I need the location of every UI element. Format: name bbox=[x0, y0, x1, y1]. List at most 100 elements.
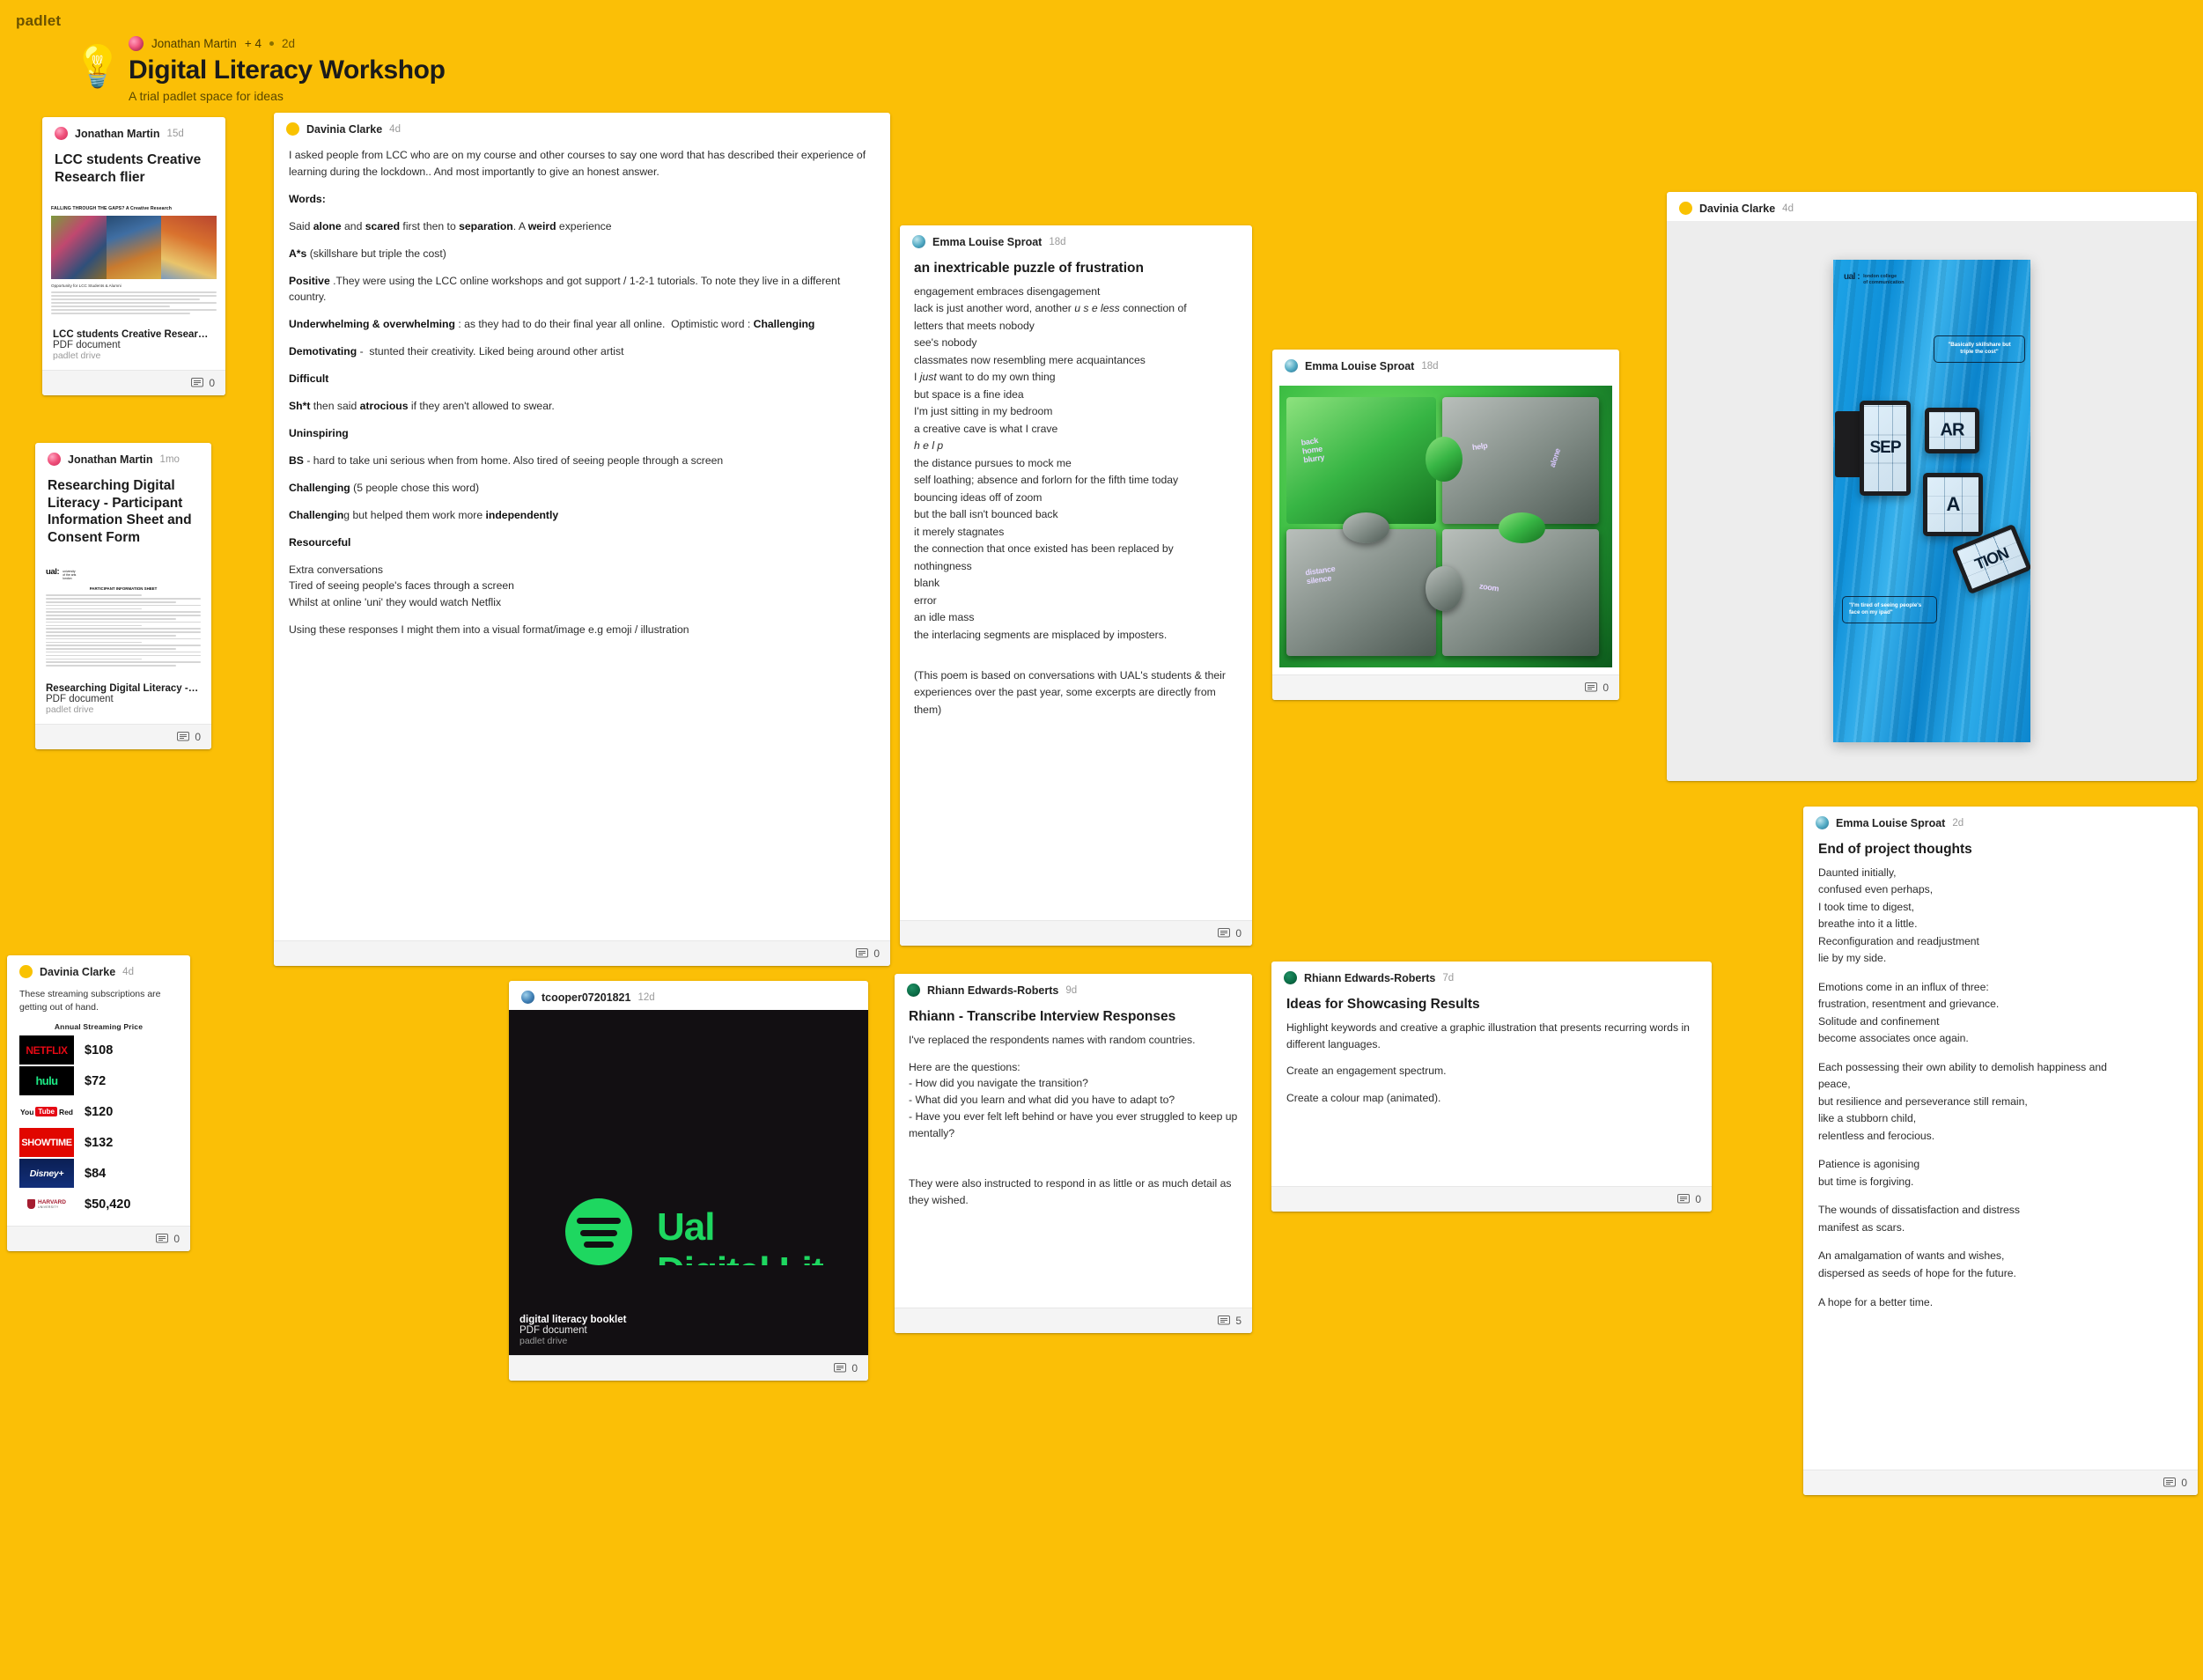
price-value: $108 bbox=[85, 1043, 114, 1057]
avatar bbox=[55, 127, 68, 140]
post-card-ual-poster[interactable]: Davinia Clarke 4d ual : london college o… bbox=[1667, 192, 2197, 781]
padlet-brand-logo[interactable]: padlet bbox=[16, 12, 61, 30]
post-card-transcribe-interviews[interactable]: Rhiann Edwards-Roberts 9d Rhiann - Trans… bbox=[895, 974, 1252, 1333]
showtime-logo: SHOWTIME bbox=[19, 1128, 74, 1158]
post-footer[interactable]: 0 bbox=[509, 1355, 868, 1381]
post-card-digital-literacy-booklet[interactable]: tcooper07201821 12d Ual Digital Lit digi… bbox=[509, 981, 868, 1381]
board-author[interactable]: Jonathan Martin bbox=[151, 37, 237, 50]
post-author[interactable]: Emma Louise Sproat bbox=[1305, 360, 1414, 372]
speech-bubble-quote-1: "Basically skillshare but triple the cos… bbox=[1934, 335, 2025, 363]
page-title[interactable]: Digital Literacy Workshop bbox=[129, 55, 872, 85]
paragraph: Whilst at online 'uni' they would watch … bbox=[289, 596, 502, 609]
paragraph: I've replaced the respondents names with… bbox=[909, 1033, 1196, 1046]
paragraph: Using these responses I might them into … bbox=[289, 623, 689, 637]
attachment-meta[interactable]: Researching Digital Literacy - … PDF doc… bbox=[35, 676, 211, 724]
poster-word-part: AR bbox=[1940, 420, 1965, 440]
pdf-preview[interactable]: Ual Digital Lit digital literacy booklet… bbox=[509, 1010, 868, 1355]
post-footer[interactable]: 0 bbox=[7, 1226, 190, 1252]
tablet-ar: AR bbox=[1925, 408, 1979, 453]
post-author[interactable]: Emma Louise Sproat bbox=[932, 236, 1042, 248]
poem-line: confused even perhaps, bbox=[1818, 883, 1934, 896]
comment-icon[interactable] bbox=[177, 731, 190, 742]
post-author[interactable]: Jonathan Martin bbox=[75, 128, 160, 140]
post-title: Ideas for Showcasing Results bbox=[1286, 997, 1480, 1012]
poem-line: Each possessing their own ability to dem… bbox=[1818, 1060, 2107, 1073]
poem-line: the distance pursues to mock me bbox=[914, 456, 1072, 469]
attachment-source: padlet drive bbox=[53, 350, 101, 362]
post-card-streaming-prices[interactable]: Davinia Clarke 4d These streaming subscr… bbox=[7, 955, 190, 1252]
avatar bbox=[129, 35, 144, 51]
poem-line: engagement embraces disengagement bbox=[914, 284, 1101, 298]
post-footer[interactable]: 5 bbox=[895, 1308, 1252, 1333]
comment-icon[interactable] bbox=[1585, 682, 1598, 693]
comment-icon[interactable] bbox=[191, 378, 204, 388]
paragraph: Positive .They were using the LCC online… bbox=[289, 274, 841, 304]
post-author[interactable]: tcooper07201821 bbox=[542, 991, 630, 1004]
attachment-meta[interactable]: digital literacy booklet PDF document pa… bbox=[509, 1308, 868, 1355]
pdf-preview[interactable]: ual: university of the arts london PARTI… bbox=[35, 556, 211, 677]
poem-line: peace, bbox=[1818, 1078, 1851, 1091]
paragraph: They were also instructed to respond in … bbox=[909, 1177, 1232, 1207]
post-title: an inextricable puzzle of frustration bbox=[914, 261, 1144, 276]
post-author[interactable]: Emma Louise Sproat bbox=[1836, 817, 1945, 829]
collaborator-count[interactable]: + 4 bbox=[245, 37, 262, 50]
comment-icon[interactable] bbox=[1677, 1194, 1691, 1205]
paragraph: Demotivating - stunted their creativity.… bbox=[289, 345, 624, 358]
poem-line: h e l p bbox=[914, 439, 944, 453]
comment-icon[interactable] bbox=[856, 948, 869, 959]
comment-icon[interactable] bbox=[2163, 1477, 2177, 1488]
post-footer[interactable]: 0 bbox=[35, 723, 211, 749]
post-card-showcasing-results[interactable]: Rhiann Edwards-Roberts 7d Ideas for Show… bbox=[1271, 962, 1712, 1212]
post-footer[interactable]: 0 bbox=[1272, 674, 1619, 700]
post-body: Ideas for Showcasing Results Highlight k… bbox=[1271, 991, 1712, 1186]
poem-line: like a stubborn child, bbox=[1818, 1112, 1917, 1125]
comment-icon[interactable] bbox=[1218, 1315, 1231, 1326]
post-author[interactable]: Davinia Clarke bbox=[306, 123, 382, 136]
poem-gap bbox=[1818, 1190, 2183, 1202]
post-footer[interactable]: 0 bbox=[900, 920, 1252, 946]
post-footer[interactable]: 0 bbox=[1803, 1470, 2198, 1495]
comment-count: 5 bbox=[1235, 1315, 1241, 1327]
post-author[interactable]: Jonathan Martin bbox=[68, 453, 153, 466]
attachment-meta[interactable]: LCC students Creative Resear… PDF docume… bbox=[42, 323, 225, 371]
post-author[interactable]: Rhiann Edwards-Roberts bbox=[1304, 972, 1435, 984]
poem-line: An amalgamation of wants and wishes, bbox=[1818, 1249, 2005, 1263]
image-attachment[interactable]: ual : london college of communication SE… bbox=[1667, 221, 2197, 781]
post-header: Rhiann Edwards-Roberts 9d bbox=[895, 974, 1252, 1003]
poem-line: manifest as scars. bbox=[1818, 1220, 1905, 1234]
paragraph: Highlight keywords and creative a graphi… bbox=[1286, 1021, 1690, 1050]
post-card-puzzle-poem[interactable]: Emma Louise Sproat 18d an inextricable p… bbox=[900, 225, 1252, 946]
post-author[interactable]: Davinia Clarke bbox=[1699, 203, 1775, 215]
pdf-preview[interactable]: FALLING THROUGH THE GAPS? A Creative Res… bbox=[42, 195, 225, 324]
poem-line: dispersed as seeds of hope for the futur… bbox=[1818, 1266, 2016, 1279]
post-timestamp: 15d bbox=[166, 128, 184, 139]
post-header: Jonathan Martin 15d bbox=[42, 117, 225, 146]
post-card-consent-form[interactable]: Jonathan Martin 1mo Researching Digital … bbox=[35, 443, 211, 749]
post-author[interactable]: Rhiann Edwards-Roberts bbox=[927, 984, 1058, 997]
avatar bbox=[19, 965, 33, 978]
comment-icon[interactable] bbox=[156, 1234, 169, 1244]
post-card-end-of-project-thoughts[interactable]: Emma Louise Sproat 2d End of project tho… bbox=[1803, 807, 2198, 1495]
paragraph: Extra conversations bbox=[289, 563, 384, 576]
post-footer[interactable]: 0 bbox=[1271, 1186, 1712, 1212]
page-subtitle[interactable]: A trial padlet space for ideas bbox=[129, 89, 872, 103]
comment-icon[interactable] bbox=[834, 1363, 847, 1374]
poem-line: nothingness bbox=[914, 559, 972, 572]
post-card-words[interactable]: Davinia Clarke 4d I asked people from LC… bbox=[274, 113, 890, 966]
spotify-icon bbox=[565, 1198, 632, 1265]
poem-line: I'm just sitting in my bedroom bbox=[914, 405, 1053, 418]
speech-bubble-quote-2: "I'm tired of seeing people's face on my… bbox=[1842, 596, 1937, 623]
poem-line: Solitude and confinement bbox=[1818, 1014, 1940, 1028]
poem-line: it merely stagnates bbox=[914, 525, 1005, 538]
tablet-sep: SEP bbox=[1860, 401, 1911, 496]
comment-icon[interactable] bbox=[1218, 928, 1231, 939]
attachment-title: digital literacy booklet bbox=[519, 1315, 627, 1325]
paragraph: A*s (skillshare but triple the cost) bbox=[289, 247, 446, 260]
post-author[interactable]: Davinia Clarke bbox=[40, 966, 115, 978]
post-card-lcc-flier[interactable]: Jonathan Martin 15d LCC students Creativ… bbox=[42, 117, 225, 396]
image-attachment[interactable]: back home blurry help alone distance silenc… bbox=[1272, 379, 1619, 674]
paragraph: Create an engagement spectrum. bbox=[1286, 1065, 1447, 1078]
post-footer[interactable]: 0 bbox=[42, 370, 225, 396]
post-card-puzzle-image[interactable]: Emma Louise Sproat 18d back home blurry he… bbox=[1272, 350, 1619, 700]
post-footer[interactable]: 0 bbox=[274, 940, 890, 966]
